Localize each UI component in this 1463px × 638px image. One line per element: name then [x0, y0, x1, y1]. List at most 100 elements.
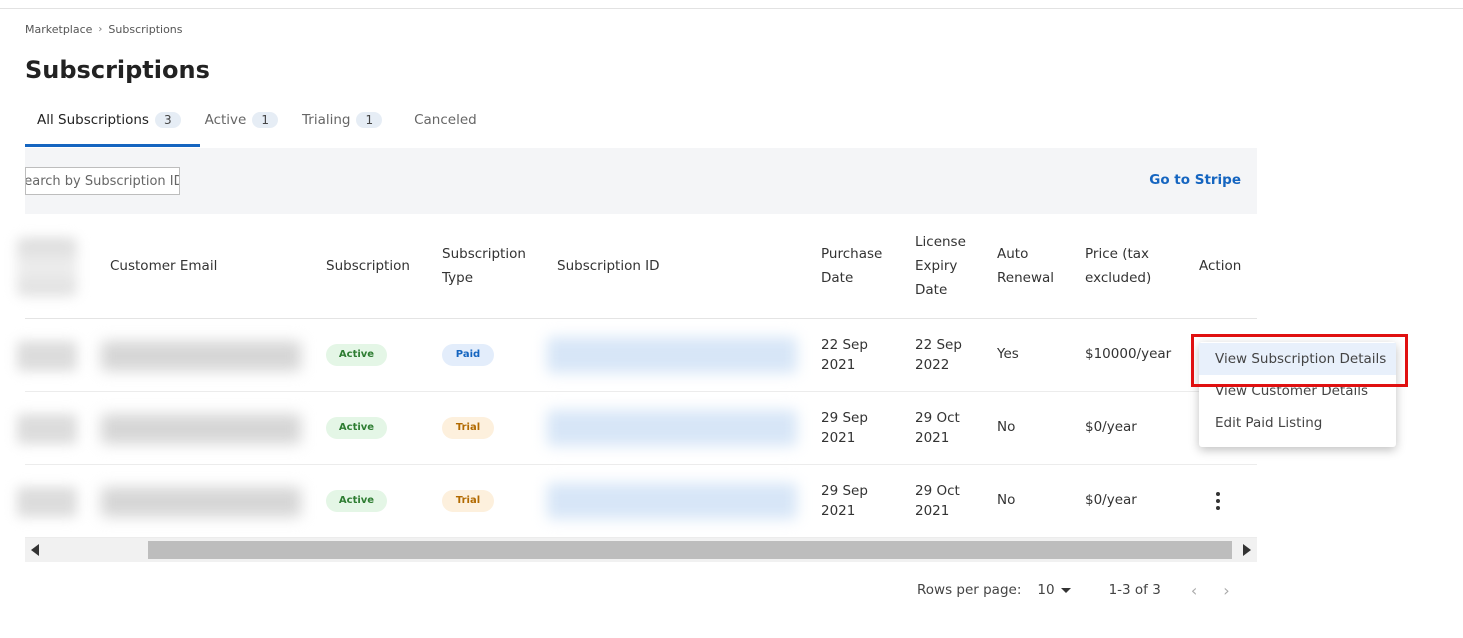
scroll-left-arrow-icon[interactable]	[31, 544, 39, 556]
col-label-line: Auto	[997, 246, 1029, 262]
price: $10000/year	[1085, 346, 1172, 362]
horizontal-scrollbar[interactable]	[25, 538, 1257, 562]
col-label-line: Type	[442, 270, 474, 286]
more-actions-icon[interactable]	[1211, 489, 1225, 513]
rows-per-page-select[interactable]: 10	[1037, 582, 1071, 598]
price: $0/year	[1085, 419, 1137, 435]
date-line: 29 Oct	[915, 483, 960, 499]
rows-per-page-label: Rows per page:	[917, 582, 1022, 598]
col-label-line: Expiry	[915, 258, 958, 274]
rows-per-page-value: 10	[1037, 582, 1055, 598]
price: $0/year	[1085, 492, 1137, 508]
prev-page-icon[interactable]: ‹	[1191, 581, 1197, 600]
col-label-line: Renewal	[997, 270, 1055, 286]
date-line: 2021	[821, 430, 856, 446]
col-label-line: excluded)	[1085, 270, 1152, 286]
date-line: 29 Sep	[821, 410, 868, 426]
breadcrumb-marketplace[interactable]: Marketplace	[25, 23, 92, 36]
tab-label: All Subscriptions	[37, 112, 149, 128]
expiry-date: 29 Oct 2021	[915, 481, 960, 521]
subscriptions-table: Customer Email Subscription Subscription…	[17, 214, 1257, 538]
redacted-header-cell	[17, 238, 77, 296]
menu-item-view-subscription-details[interactable]: View Subscription Details	[1199, 343, 1396, 375]
tab-trialing[interactable]: Trialing 1	[290, 104, 394, 136]
table-row[interactable]: Active Trial 29 Sep 2021 29 Oct 2021 No …	[17, 465, 1257, 538]
active-tab-indicator	[25, 144, 200, 147]
breadcrumb: Marketplace › Subscriptions	[25, 23, 183, 36]
col-subscription[interactable]: Subscription	[326, 254, 410, 278]
breadcrumb-subscriptions: Subscriptions	[108, 23, 183, 36]
col-customer-email[interactable]: Customer Email	[110, 254, 217, 278]
type-badge: Paid	[442, 344, 494, 366]
page-range: 1-3 of 3	[1108, 582, 1161, 598]
col-action: Action	[1199, 258, 1242, 274]
redacted-subscription-id	[547, 337, 797, 373]
search-input[interactable]	[26, 168, 179, 194]
col-label-line: Purchase	[821, 246, 883, 262]
redacted-cell	[17, 487, 77, 517]
table-toolbar: Go to Stripe	[25, 148, 1257, 214]
date-line: 2021	[821, 503, 856, 519]
tab-count-badge: 3	[154, 112, 181, 128]
purchase-date: 29 Sep 2021	[821, 481, 868, 521]
col-label-line: Date	[821, 270, 854, 286]
col-label-line: Subscription	[442, 246, 526, 262]
purchase-date: 22 Sep 2021	[821, 335, 868, 375]
tab-count-badge: 1	[252, 112, 278, 128]
status-badge: Active	[326, 417, 387, 439]
go-to-stripe-link[interactable]: Go to Stripe	[1149, 172, 1241, 188]
date-line: 2021	[821, 357, 856, 373]
date-line: 2022	[915, 357, 950, 373]
scroll-right-arrow-icon[interactable]	[1243, 544, 1251, 556]
search-field[interactable]	[25, 167, 180, 195]
menu-item-edit-paid-listing[interactable]: Edit Paid Listing	[1199, 407, 1396, 439]
status-badge: Active	[326, 490, 387, 512]
page-title: Subscriptions	[25, 56, 210, 84]
type-badge: Trial	[442, 417, 494, 439]
tab-label: Active	[204, 112, 247, 128]
scrollbar-thumb[interactable]	[148, 541, 1232, 559]
col-purchase-date[interactable]: Purchase Date	[821, 242, 882, 290]
next-page-icon[interactable]: ›	[1223, 581, 1229, 600]
col-price[interactable]: Price (tax excluded)	[1085, 242, 1151, 290]
table-row[interactable]: Active Paid 22 Sep 2021 22 Sep 2022 Yes …	[17, 319, 1257, 392]
row-actions-menu: View Subscription Details View Customer …	[1199, 342, 1396, 447]
expiry-date: 22 Sep 2022	[915, 335, 962, 375]
tab-all-subscriptions[interactable]: All Subscriptions 3	[25, 104, 193, 136]
status-badge: Active	[326, 344, 387, 366]
col-subscription-id[interactable]: Subscription ID	[557, 254, 660, 278]
auto-renewal: No	[997, 419, 1016, 435]
col-label-line: License	[915, 234, 966, 250]
breadcrumb-separator-icon: ›	[98, 24, 103, 35]
redacted-cell	[17, 341, 77, 371]
caret-down-icon	[1060, 587, 1071, 593]
col-label-line: Price (tax	[1085, 246, 1150, 262]
subscription-tabs: All Subscriptions 3 Active 1 Trialing 1 …	[25, 104, 489, 148]
tab-label: Canceled	[414, 112, 477, 128]
tab-canceled[interactable]: Canceled	[394, 104, 489, 136]
expiry-date: 29 Oct 2021	[915, 408, 960, 448]
date-line: 2021	[915, 503, 950, 519]
table-header: Customer Email Subscription Subscription…	[17, 214, 1257, 319]
redacted-email	[101, 341, 301, 371]
col-subscription-type[interactable]: Subscription Type	[442, 242, 526, 290]
tab-active[interactable]: Active 1	[193, 104, 290, 136]
tab-label: Trialing	[302, 112, 351, 128]
redacted-cell	[17, 414, 77, 444]
tab-count-badge: 1	[356, 112, 383, 128]
date-line: 29 Sep	[821, 483, 868, 499]
date-line: 2021	[915, 430, 950, 446]
col-label-line: Date	[915, 282, 948, 298]
col-license-expiry-date[interactable]: License Expiry Date	[915, 230, 966, 302]
date-line: 22 Sep	[821, 337, 868, 353]
col-auto-renewal[interactable]: Auto Renewal	[997, 242, 1054, 290]
redacted-subscription-id	[547, 483, 797, 519]
date-line: 29 Oct	[915, 410, 960, 426]
type-badge: Trial	[442, 490, 494, 512]
redacted-email	[101, 414, 301, 444]
table-row[interactable]: Active Trial 29 Sep 2021 29 Oct 2021 No …	[17, 392, 1257, 465]
auto-renewal: Yes	[997, 346, 1019, 362]
menu-item-view-customer-details[interactable]: View Customer Details	[1199, 375, 1396, 407]
auto-renewal: No	[997, 492, 1016, 508]
purchase-date: 29 Sep 2021	[821, 408, 868, 448]
